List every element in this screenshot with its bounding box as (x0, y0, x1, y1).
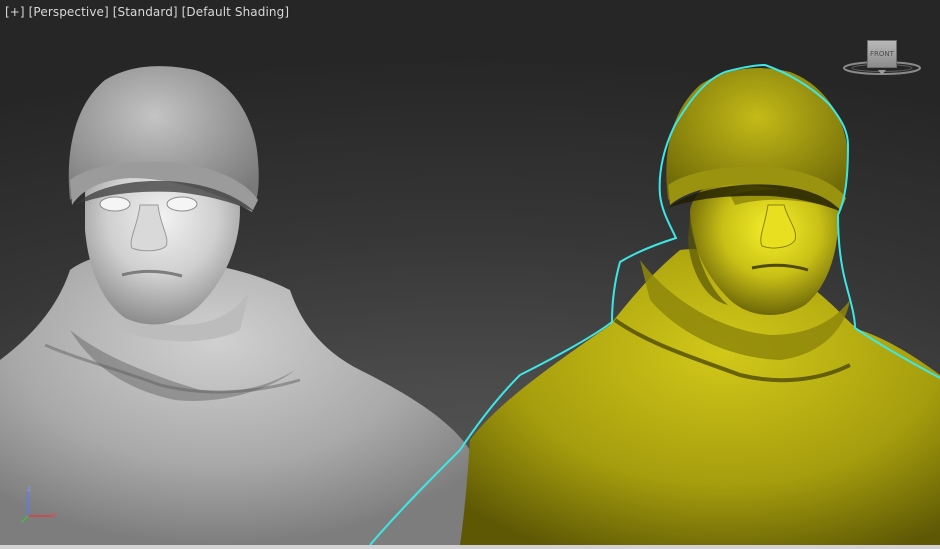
viewcube-face-label: FRONT (870, 50, 894, 58)
character-gray-model[interactable] (0, 66, 482, 546)
viewport-maximize-toggle[interactable]: [+] (5, 5, 25, 19)
viewport-label-menu: [+] [Perspective] [Standard] [Default Sh… (5, 5, 289, 19)
viewport-bottom-border (0, 545, 940, 549)
yellow-torso[interactable] (460, 249, 940, 546)
viewport-shading-menu[interactable]: [Default Shading] (182, 5, 289, 19)
gray-eye-right (166, 196, 198, 212)
axis-tripod-icon (21, 492, 52, 523)
scene-canvas[interactable] (0, 0, 940, 549)
viewcube-front-face[interactable]: FRONT (867, 40, 897, 68)
viewport-renderer-menu[interactable]: [Standard] (113, 5, 178, 19)
axis-x-label: x (52, 510, 57, 519)
viewport-view-menu[interactable]: [Perspective] (29, 5, 109, 19)
gray-eye-left (99, 196, 131, 212)
viewcube-navigator[interactable]: FRONT (842, 38, 922, 82)
axis-tripod: z x (18, 484, 64, 526)
perspective-viewport[interactable]: [+] [Perspective] [Standard] [Default Sh… (0, 0, 940, 549)
axis-z-label: z (27, 484, 32, 493)
